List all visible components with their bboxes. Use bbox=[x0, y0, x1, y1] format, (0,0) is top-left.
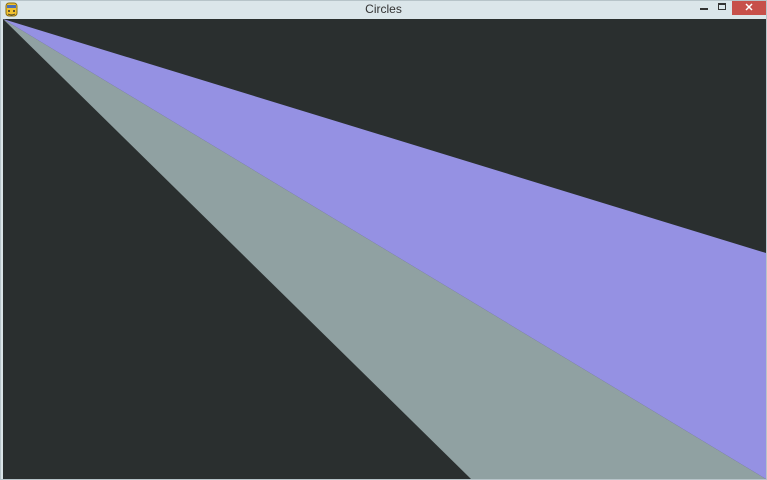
close-icon bbox=[744, 0, 754, 17]
canvas-drawing bbox=[3, 19, 766, 479]
minimize-icon bbox=[699, 0, 709, 17]
maximize-button[interactable] bbox=[713, 1, 730, 15]
drawing-canvas[interactable] bbox=[3, 19, 766, 479]
maximize-icon bbox=[717, 0, 727, 17]
close-button[interactable] bbox=[732, 1, 766, 15]
title-bar[interactable]: Circles bbox=[1, 1, 766, 19]
window-title: Circles bbox=[365, 2, 402, 16]
minimize-button[interactable] bbox=[695, 1, 712, 15]
app-window: Circles bbox=[0, 0, 767, 480]
